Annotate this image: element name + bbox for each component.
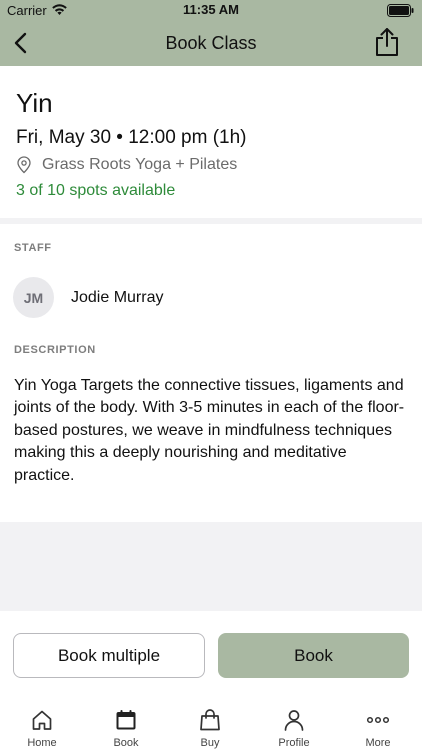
avatar[interactable]: JM	[13, 277, 54, 318]
location-pin-icon	[17, 156, 31, 174]
calendar-icon	[116, 710, 136, 730]
book-multiple-button[interactable]: Book multiple	[13, 633, 205, 678]
page-title: Book Class	[165, 33, 257, 53]
battery-icon	[387, 4, 414, 17]
nav-bar: Book Class	[0, 20, 422, 66]
tab-label: More	[365, 737, 391, 749]
section-divider	[0, 218, 422, 224]
description-section-label: DESCRIPTION	[14, 344, 96, 356]
class-datetime: Fri, May 30 • 12:00 pm (1h)	[16, 127, 247, 148]
content-footer-spacer	[0, 522, 422, 611]
tab-label: Buy	[200, 737, 220, 749]
staff-name[interactable]: Jodie Murray	[71, 289, 163, 307]
tab-label: Profile	[278, 737, 310, 749]
profile-icon	[284, 710, 304, 731]
tab-bar: Home Book Buy Profile More	[0, 700, 422, 750]
tab-label: Home	[27, 737, 57, 749]
home-icon	[32, 710, 52, 730]
more-icon	[366, 716, 390, 724]
status-time: 11:35 AM	[183, 2, 239, 17]
class-header: Yin Fri, May 30 • 12:00 pm (1h) Grass Ro…	[0, 66, 422, 218]
class-title: Yin	[16, 88, 53, 118]
share-icon[interactable]	[374, 27, 400, 57]
status-bar: Carrier 11:35 AM	[0, 0, 422, 20]
tab-label: Book	[113, 737, 139, 749]
location-name: Grass Roots Yoga + Pilates	[42, 156, 238, 173]
book-button[interactable]: Book	[218, 633, 409, 678]
tab-home[interactable]: Home	[0, 700, 84, 750]
tab-more[interactable]: More	[336, 700, 420, 750]
tab-buy[interactable]: Buy	[168, 700, 252, 750]
shopping-bag-icon	[200, 709, 220, 731]
staff-section-label: STAFF	[14, 242, 52, 254]
spots-available: 3 of 10 spots available	[16, 182, 176, 199]
tab-book[interactable]: Book	[84, 700, 168, 750]
class-description: Yin Yoga Targets the connective tissues,…	[14, 377, 405, 484]
class-location[interactable]: Grass Roots Yoga + Pilates	[16, 155, 237, 175]
tab-profile[interactable]: Profile	[252, 700, 336, 750]
